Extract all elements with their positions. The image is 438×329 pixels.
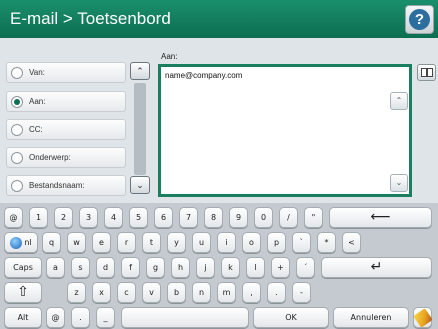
key-hyphen[interactable]: - xyxy=(292,282,311,303)
scroll-track[interactable] xyxy=(134,83,146,175)
language-label: nl xyxy=(24,238,32,247)
cancel-button[interactable]: Annuleren xyxy=(333,307,409,328)
key-r[interactable]: r xyxy=(117,232,136,253)
recipient-value: name@company.com xyxy=(165,71,243,80)
textarea-scroll-up-button[interactable]: ⌃ xyxy=(390,92,408,110)
field-list-scrollbar[interactable]: ⌃ ⌄ xyxy=(130,62,150,196)
key-acute[interactable]: ´ xyxy=(296,257,315,278)
key-b[interactable]: b xyxy=(167,282,186,303)
key-f[interactable]: f xyxy=(121,257,140,278)
textarea-scroll-down-button[interactable]: ⌄ xyxy=(390,174,408,192)
key-p[interactable]: p xyxy=(267,232,286,253)
key-j[interactable]: j xyxy=(196,257,215,278)
title-bar: E-mail > Toetsenbord ? xyxy=(0,0,438,38)
backspace-icon: ⟵ xyxy=(370,209,391,225)
address-book-button[interactable] xyxy=(417,64,436,81)
key-e[interactable]: e xyxy=(92,232,111,253)
key-w[interactable]: w xyxy=(67,232,86,253)
key-2[interactable]: 2 xyxy=(54,207,73,228)
enter-icon: ↵ xyxy=(370,259,383,275)
alt-key[interactable]: Alt xyxy=(4,307,42,328)
key-0[interactable]: 0 xyxy=(254,207,273,228)
caps-lock-key[interactable]: Caps xyxy=(4,257,42,278)
key-a[interactable]: a xyxy=(46,257,65,278)
key-l[interactable]: l xyxy=(246,257,265,278)
key-x[interactable]: x xyxy=(92,282,111,303)
radio-button-icon xyxy=(11,124,23,136)
key-period[interactable]: . xyxy=(267,282,286,303)
key-h[interactable]: h xyxy=(171,257,190,278)
space-key[interactable] xyxy=(121,307,249,328)
shift-icon: ⇧ xyxy=(17,284,29,300)
radio-button-icon xyxy=(11,152,23,164)
keyboard: @ 1 2 3 4 5 6 7 8 9 0 / " ⟵ nl q w e r t… xyxy=(0,203,438,329)
key-5[interactable]: 5 xyxy=(129,207,148,228)
key-3[interactable]: 3 xyxy=(79,207,98,228)
key-o[interactable]: o xyxy=(242,232,261,253)
backspace-key[interactable]: ⟵ xyxy=(329,207,432,228)
key-slash[interactable]: / xyxy=(279,207,298,228)
key-4[interactable]: 4 xyxy=(104,207,123,228)
key-6[interactable]: 6 xyxy=(154,207,173,228)
field-list: Van: Aan: CC: Onderwerp: Bestandsnaam: ⌃… xyxy=(6,62,150,196)
key-t[interactable]: t xyxy=(142,232,161,253)
key-k[interactable]: k xyxy=(221,257,240,278)
question-mark-icon: ? xyxy=(409,9,430,30)
field-label: Van: xyxy=(29,68,45,77)
radio-button-selected-icon xyxy=(11,96,23,108)
key-plus[interactable]: + xyxy=(271,257,290,278)
key-q[interactable]: q xyxy=(42,232,61,253)
key-g[interactable]: g xyxy=(146,257,165,278)
key-underscore[interactable]: _ xyxy=(96,307,115,328)
key-at-bottom[interactable]: @ xyxy=(46,307,65,328)
field-label: CC: xyxy=(29,125,43,134)
key-d[interactable]: d xyxy=(96,257,115,278)
key-z[interactable]: z xyxy=(67,282,86,303)
address-book-icon-page xyxy=(427,68,433,77)
radio-button-icon xyxy=(11,180,23,192)
key-n[interactable]: n xyxy=(192,282,211,303)
key-y[interactable]: y xyxy=(167,232,186,253)
ok-button[interactable]: OK xyxy=(253,307,329,328)
key-comma[interactable]: , xyxy=(242,282,261,303)
key-1[interactable]: 1 xyxy=(29,207,48,228)
key-c[interactable]: c xyxy=(117,282,136,303)
key-m[interactable]: m xyxy=(217,282,236,303)
field-label: Aan: xyxy=(29,97,46,106)
key-7[interactable]: 7 xyxy=(179,207,198,228)
key-less-than[interactable]: < xyxy=(342,232,361,253)
key-quote[interactable]: " xyxy=(304,207,323,228)
recipient-textarea[interactable]: name@company.com ⌃ ⌄ xyxy=(158,64,412,197)
key-9[interactable]: 9 xyxy=(229,207,248,228)
key-u[interactable]: u xyxy=(192,232,211,253)
field-onderwerp[interactable]: Onderwerp: xyxy=(6,147,126,168)
help-button[interactable]: ? xyxy=(405,5,434,34)
shift-key[interactable]: ⇧ xyxy=(4,282,42,303)
key-s[interactable]: s xyxy=(71,257,90,278)
key-v[interactable]: v xyxy=(142,282,161,303)
field-label: Bestandsnaam: xyxy=(29,181,85,190)
scroll-up-button[interactable]: ⌃ xyxy=(130,62,150,80)
language-key[interactable]: nl xyxy=(4,232,38,253)
key-dot[interactable]: . xyxy=(71,307,90,328)
key-8[interactable]: 8 xyxy=(204,207,223,228)
field-bestandsnaam[interactable]: Bestandsnaam: xyxy=(6,175,126,196)
key-at[interactable]: @ xyxy=(4,207,23,228)
field-cc[interactable]: CC: xyxy=(6,119,126,140)
globe-icon xyxy=(10,236,23,249)
page-title: E-mail > Toetsenbord xyxy=(10,9,171,28)
radio-button-icon xyxy=(11,67,23,79)
pencil-icon xyxy=(412,307,433,328)
field-van[interactable]: Van: xyxy=(6,62,126,83)
field-aan[interactable]: Aan: xyxy=(6,91,126,112)
field-label: Onderwerp: xyxy=(29,153,71,162)
recipient-heading: Aan: xyxy=(161,52,178,61)
edit-button[interactable] xyxy=(412,307,433,328)
key-asterisk[interactable]: * xyxy=(317,232,336,253)
enter-key[interactable]: ↵ xyxy=(321,257,432,278)
scroll-down-button[interactable]: ⌄ xyxy=(130,176,150,194)
key-backtick[interactable]: ` xyxy=(292,232,311,253)
key-i[interactable]: i xyxy=(217,232,236,253)
